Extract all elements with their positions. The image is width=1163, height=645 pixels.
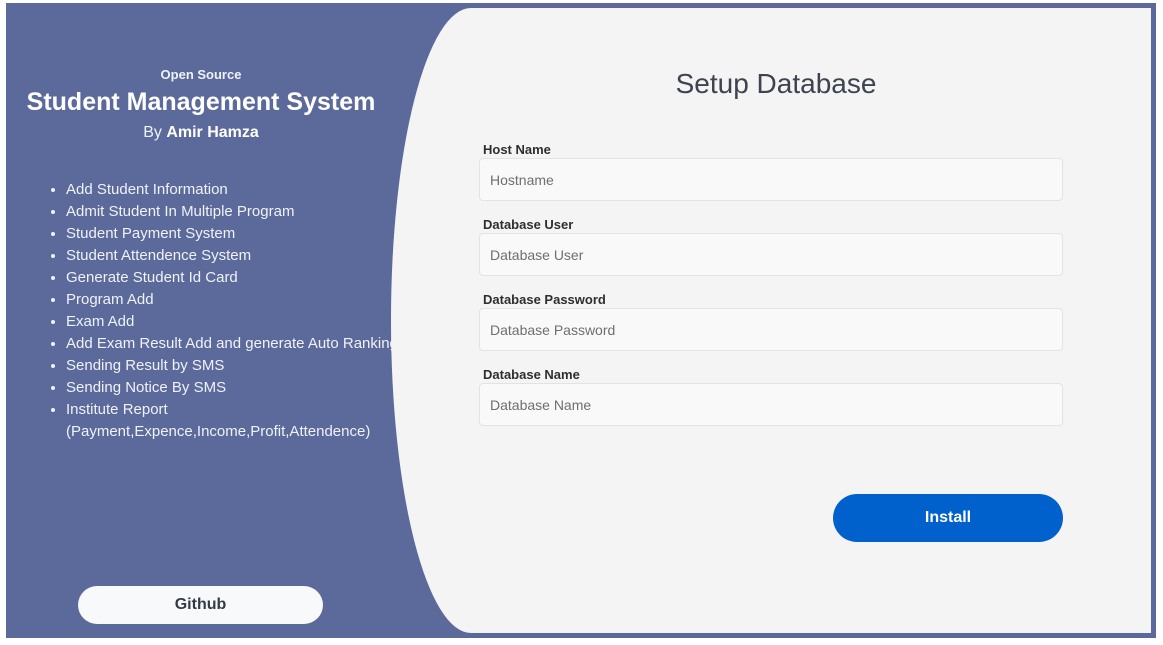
feature-item: Program Add [66, 289, 416, 311]
info-sidebar: Open Source Student Management System By… [6, 3, 398, 638]
app-title: Student Management System [26, 88, 376, 116]
host-name-label: Host Name [483, 142, 551, 157]
feature-item: Exam Add [66, 311, 416, 333]
feature-item: Admit Student In Multiple Program [66, 201, 416, 223]
brand-subtitle: Open Source [160, 67, 242, 82]
feature-item: Add Exam Result Add and generate Auto Ra… [66, 333, 416, 355]
author-line: By Amir Hamza [6, 124, 396, 142]
install-button[interactable]: Install [833, 494, 1063, 542]
page-title: Setup Database [675, 68, 877, 99]
feature-item: Student Payment System [66, 223, 416, 245]
feature-item: Sending Notice By SMS [66, 377, 416, 399]
feature-item: Add Student Information [66, 179, 416, 201]
author-name: Amir Hamza [166, 124, 259, 141]
database-name-input[interactable] [479, 383, 1063, 426]
database-name-label: Database Name [483, 367, 580, 382]
database-user-label: Database User [483, 217, 574, 232]
app-frame: Open Source Student Management System By… [6, 3, 1156, 638]
feature-list: Add Student Information Admit Student In… [25, 179, 416, 443]
database-password-label: Database Password [483, 292, 606, 307]
feature-item: Institute Report (Payment,Expence,Income… [66, 399, 416, 443]
setup-panel: Setup Database Host Name Database User D… [391, 8, 1151, 633]
feature-item: Student Attendence System [66, 245, 416, 267]
github-button[interactable]: Github [78, 586, 323, 624]
host-name-input[interactable] [479, 158, 1063, 201]
author-prefix: By [143, 124, 167, 141]
feature-item: Sending Result by SMS [66, 355, 416, 377]
database-password-input[interactable] [479, 308, 1063, 351]
database-user-input[interactable] [479, 233, 1063, 276]
feature-item: Generate Student Id Card [66, 267, 416, 289]
